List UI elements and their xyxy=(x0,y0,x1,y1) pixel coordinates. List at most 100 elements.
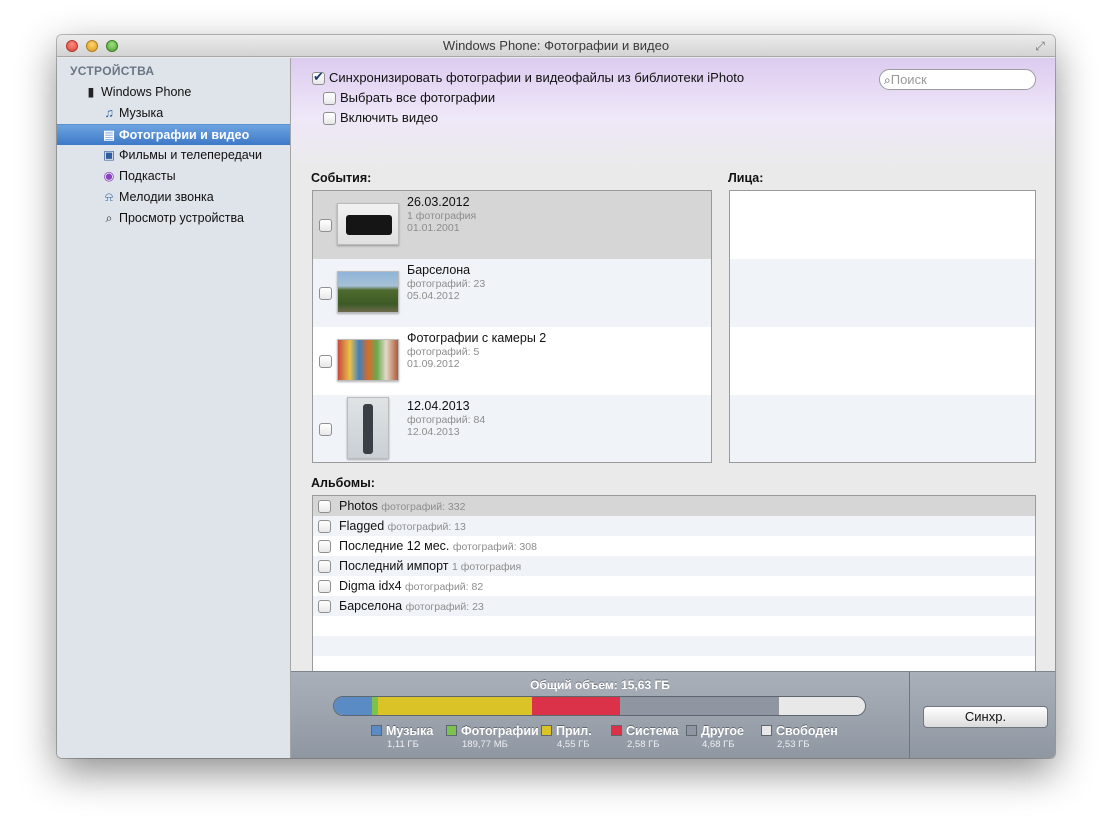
sidebar-item-label: Фильмы и телепередачи xyxy=(119,148,262,162)
bell-icon: ⍾ xyxy=(104,190,114,204)
capacity-segment-3 xyxy=(377,697,533,715)
event-thumbnail xyxy=(337,339,399,381)
albums-label: Альбомы: xyxy=(311,476,375,490)
event-title: 12.04.2013 xyxy=(407,399,470,413)
sidebar-item-ringtones[interactable]: ⍾ Мелодии звонка xyxy=(57,187,290,208)
capacity-panel: Общий объем: 15,63 ГБ Музыка 1,11 ГБ Фотог… xyxy=(291,671,1055,758)
legend-swatch xyxy=(541,725,552,737)
event-thumbnail xyxy=(347,397,389,459)
event-row[interactable]: Фотографии с камеры 2 фотографий: 5 01.0… xyxy=(313,327,711,395)
event-date: 05.04.2012 xyxy=(407,290,460,302)
sidebar: УСТРОЙСТВА ▮ Windows Phone ♫ Музыка ▤ Фотог… xyxy=(57,58,291,758)
capacity-total: Общий объем: 15,63 ГБ xyxy=(530,678,670,692)
sync-iphoto-checkbox[interactable] xyxy=(312,70,325,86)
include-video-checkbox[interactable] xyxy=(323,112,336,126)
sidebar-item-label: Подкасты xyxy=(119,169,176,183)
faces-list[interactable] xyxy=(729,190,1036,463)
album-name: Photos xyxy=(339,499,378,513)
sync-iphoto-option[interactable]: Синхронизировать фотографии и видеофайлы… xyxy=(312,70,744,86)
event-checkbox[interactable] xyxy=(319,219,332,232)
sidebar-item-label: Музыка xyxy=(119,106,164,120)
album-checkbox[interactable] xyxy=(318,520,331,534)
album-name: Digma idx4 xyxy=(339,579,402,593)
select-all-checkbox[interactable] xyxy=(323,92,336,106)
magnifier-icon: ⌕ xyxy=(105,211,113,225)
sync-button[interactable]: Синхр. xyxy=(923,706,1048,728)
sidebar-item-music[interactable]: ♫ Музыка xyxy=(57,103,290,124)
photos-icon: ▤ xyxy=(103,128,115,142)
legend-value: 4,55 ГБ xyxy=(557,739,590,750)
sidebar-item-label: Просмотр устройства xyxy=(119,211,244,225)
event-row[interactable]: Барселона фотографий: 23 05.04.2012 xyxy=(313,259,711,327)
faces-row xyxy=(730,191,1035,259)
album-row[interactable]: Photos фотографий: 332 xyxy=(313,496,1035,516)
event-thumbnail xyxy=(337,203,399,245)
event-title: 26.03.2012 xyxy=(407,195,470,209)
legend-swatch xyxy=(446,725,457,737)
window-title: Windows Phone: Фотографии и видео xyxy=(442,38,670,53)
capacity-bar xyxy=(333,696,866,716)
event-count: 1 фотография xyxy=(407,210,477,222)
legend-label: Свободен xyxy=(776,723,838,738)
legend-label: Другое xyxy=(701,723,744,738)
event-thumbnail xyxy=(337,271,399,313)
legend-item: Музыка 1,11 ГБ xyxy=(371,723,433,750)
podcast-icon: ◉ xyxy=(103,169,115,183)
album-row[interactable]: Последний импорт 1 фотография xyxy=(313,556,1035,576)
album-name: Последние 12 мес. xyxy=(339,539,450,553)
title-bar: Windows Phone: Фотографии и видео ⤢ xyxy=(57,35,1055,57)
event-title: Фотографии с камеры 2 xyxy=(407,331,547,345)
include-video-option[interactable]: Включить видео xyxy=(323,110,438,126)
sidebar-item-podcasts[interactable]: ◉ Подкасты xyxy=(57,166,290,187)
sidebar-item-device-view[interactable]: ⌕ Просмотр устройства xyxy=(57,208,290,229)
capacity-segment-1 xyxy=(334,697,372,715)
sidebar-device[interactable]: ▮ Windows Phone xyxy=(57,82,290,103)
legend-item: Прил. 4,55 ГБ xyxy=(541,723,592,750)
events-list[interactable]: 26.03.2012 1 фотография 01.01.2001 Барсе… xyxy=(312,190,712,463)
zoom-window-button[interactable] xyxy=(106,40,118,52)
event-checkbox[interactable] xyxy=(319,287,332,300)
album-row[interactable]: Flagged фотографий: 13 xyxy=(313,516,1035,536)
event-date: 01.01.2001 xyxy=(407,222,460,234)
event-checkbox[interactable] xyxy=(319,423,332,436)
legend-swatch xyxy=(371,725,382,737)
search-icon: ⌕ xyxy=(884,73,891,87)
album-checkbox[interactable] xyxy=(318,540,331,554)
legend-item: Свободен 2,53 ГБ xyxy=(761,723,838,750)
album-name: Барселона xyxy=(339,599,403,613)
album-row[interactable]: Барселона фотографий: 23 xyxy=(313,596,1035,616)
legend-value: 1,11 ГБ xyxy=(387,739,419,750)
album-checkbox[interactable] xyxy=(318,580,331,594)
album-checkbox[interactable] xyxy=(318,600,331,614)
fullscreen-icon[interactable]: ⤢ xyxy=(1033,39,1047,53)
album-count: фотографий: 82 xyxy=(405,581,484,593)
main-panel: Синхронизировать фотографии и видеофайлы… xyxy=(291,58,1055,706)
search-input[interactable]: ⌕Поиск xyxy=(879,69,1036,90)
album-row[interactable]: Digma idx4 фотографий: 82 xyxy=(313,576,1035,596)
legend-label: Фотографии xyxy=(461,723,539,738)
close-window-button[interactable] xyxy=(66,40,78,52)
event-checkbox[interactable] xyxy=(319,355,332,368)
capacity-segment-6 xyxy=(779,697,865,715)
sidebar-item-movies[interactable]: ▣ Фильмы и телепередачи xyxy=(57,145,290,166)
faces-row xyxy=(730,395,1035,462)
album-row[interactable]: Последние 12 мес. фотографий: 308 xyxy=(313,536,1035,556)
legend-label: Система xyxy=(626,723,679,738)
albums-list[interactable]: Photos фотографий: 332 Flagged фотографи… xyxy=(312,495,1036,692)
legend-label: Прил. xyxy=(556,723,592,738)
capacity-segment-5 xyxy=(620,697,780,715)
minimize-window-button[interactable] xyxy=(86,40,98,52)
event-row[interactable]: 12.04.2013 фотографий: 84 12.04.2013 xyxy=(313,395,711,462)
select-all-option[interactable]: Выбрать все фотографии xyxy=(323,90,495,106)
event-row[interactable]: 26.03.2012 1 фотография 01.01.2001 xyxy=(313,191,711,259)
capacity-segment-4 xyxy=(532,697,621,715)
sidebar-item-photos[interactable]: ▤ Фотографии и видео xyxy=(57,124,290,145)
album-count: 1 фотография xyxy=(451,561,522,573)
capacity-legend: Музыка 1,11 ГБ Фотографии 189,77 МБ Прил. 4,5… xyxy=(371,723,891,753)
album-checkbox[interactable] xyxy=(318,500,331,514)
album-count: фотографий: 23 xyxy=(405,601,484,613)
legend-swatch xyxy=(686,725,697,737)
album-checkbox[interactable] xyxy=(318,560,331,574)
divider xyxy=(909,672,910,758)
legend-item: Система 2,58 ГБ xyxy=(611,723,679,750)
